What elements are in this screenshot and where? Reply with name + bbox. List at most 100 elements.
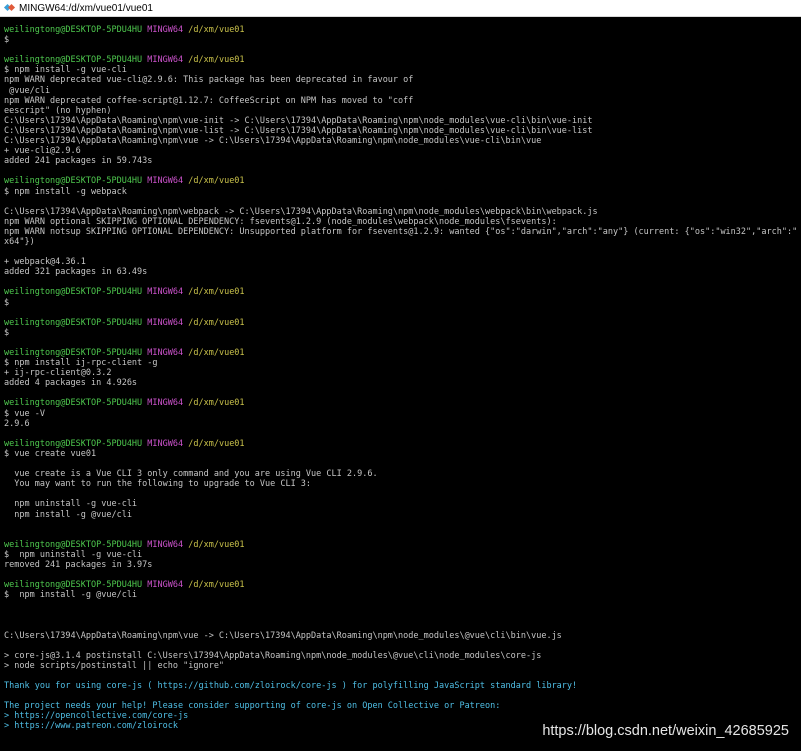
terminal-line: 2.9.6 xyxy=(4,419,801,429)
terminal-line: C:\Users\17394\AppData\Roaming\npm\vue -… xyxy=(4,136,801,146)
terminal-line: weilingtong@DESKTOP-5PDU4HU MINGW64 /d/x… xyxy=(4,439,801,449)
terminal-line: npm WARN deprecated vue-cli@2.9.6: This … xyxy=(4,75,801,85)
terminal-text: eescript" (no hyphen) xyxy=(4,105,112,116)
prompt-path: /d/xm/vue01 xyxy=(188,317,245,328)
terminal-text: + ij-rpc-client@0.3.2 xyxy=(4,368,112,379)
terminal-text: npm WARN notsup SKIPPING OPTIONAL DEPEND… xyxy=(4,226,798,237)
terminal-text: C:\Users\17394\AppData\Roaming\npm\webpa… xyxy=(4,206,598,217)
prompt-path: /d/xm/vue01 xyxy=(188,348,245,358)
prompt-host: MINGW64 xyxy=(147,287,184,298)
terminal-line: added 241 packages in 59.743s xyxy=(4,156,801,166)
terminal-line: $ xyxy=(4,35,801,45)
terminal-text: C:\Users\17394\AppData\Roaming\npm\vue-i… xyxy=(4,115,593,126)
terminal-text: You may want to run the following to upg… xyxy=(4,479,312,490)
terminal-text: x64"}) xyxy=(4,236,35,247)
prompt-user: weilingtong@DESKTOP-5PDU4HU xyxy=(4,317,143,328)
prompt-user: weilingtong@DESKTOP-5PDU4HU xyxy=(4,539,143,550)
prompt-user: weilingtong@DESKTOP-5PDU4HU xyxy=(4,398,143,409)
terminal-line: weilingtong@DESKTOP-5PDU4HU MINGW64 /d/x… xyxy=(4,25,801,35)
terminal-text: npm WARN optional SKIPPING OPTIONAL DEPE… xyxy=(4,216,557,227)
terminal-line: > https://opencollective.com/core-js xyxy=(4,711,801,721)
window-titlebar: MINGW64:/d/xm/vue01/vue01 xyxy=(0,0,801,17)
terminal-text: npm WARN deprecated vue-cli@2.9.6: This … xyxy=(4,75,414,86)
terminal-line: weilingtong@DESKTOP-5PDU4HU MINGW64 /d/x… xyxy=(4,318,801,328)
terminal-text: $ vue create vue01 xyxy=(4,448,97,459)
prompt-path: /d/xm/vue01 xyxy=(188,176,245,187)
terminal-line: $ xyxy=(4,298,801,308)
terminal-line: $ xyxy=(4,328,801,338)
terminal-text: $ vue -V xyxy=(4,408,45,419)
prompt-host: MINGW64 xyxy=(147,55,184,66)
prompt-host: MINGW64 xyxy=(147,539,184,550)
terminal-line: eescript" (no hyphen) xyxy=(4,106,801,116)
terminal-line: $ vue -V xyxy=(4,409,801,419)
prompt-host: MINGW64 xyxy=(147,348,184,358)
prompt-path: /d/xm/vue01 xyxy=(188,25,245,35)
terminal-text: npm WARN deprecated coffee-script@1.12.7… xyxy=(4,95,414,106)
prompt-path: /d/xm/vue01 xyxy=(188,398,245,409)
terminal-text: npm uninstall -g vue-cli xyxy=(4,499,138,510)
terminal-text: $ xyxy=(4,35,10,46)
terminal-line: C:\Users\17394\AppData\Roaming\npm\vue-i… xyxy=(4,116,801,126)
terminal-line: C:\Users\17394\AppData\Roaming\npm\vue-l… xyxy=(4,126,801,136)
window-title: MINGW64:/d/xm/vue01/vue01 xyxy=(19,2,153,14)
terminal-line: npm install -g @vue/cli xyxy=(4,510,801,520)
terminal-line: weilingtong@DESKTOP-5PDU4HU MINGW64 /d/x… xyxy=(4,55,801,65)
terminal-line: npm WARN notsup SKIPPING OPTIONAL DEPEND… xyxy=(4,227,801,237)
terminal-line: weilingtong@DESKTOP-5PDU4HU MINGW64 /d/x… xyxy=(4,348,801,358)
terminal-line: > node scripts/postinstall || echo "igno… xyxy=(4,661,801,671)
prompt-user: weilingtong@DESKTOP-5PDU4HU xyxy=(4,176,143,187)
terminal-line: $ npm install -g vue-cli xyxy=(4,65,801,75)
terminal-line: + ij-rpc-client@0.3.2 xyxy=(4,368,801,378)
terminal-line: $ npm install -g webpack xyxy=(4,187,801,197)
prompt-path: /d/xm/vue01 xyxy=(188,55,245,66)
terminal-line: $ npm uninstall -g vue-cli xyxy=(4,550,801,560)
terminal-line: weilingtong@DESKTOP-5PDU4HU MINGW64 /d/x… xyxy=(4,176,801,186)
terminal-text: $ npm install ij-rpc-client -g xyxy=(4,358,158,369)
prompt-user: weilingtong@DESKTOP-5PDU4HU xyxy=(4,580,143,591)
terminal-line: C:\Users\17394\AppData\Roaming\npm\webpa… xyxy=(4,207,801,217)
terminal-line: C:\Users\17394\AppData\Roaming\npm\vue -… xyxy=(4,631,801,641)
prompt-host: MINGW64 xyxy=(147,25,184,35)
terminal-text: + webpack@4.36.1 xyxy=(4,257,86,268)
terminal-text: The project needs your help! Please cons… xyxy=(4,701,501,712)
terminal-text: > https://opencollective.com/core-js xyxy=(4,711,189,722)
terminal-text: @vue/cli xyxy=(4,85,51,96)
prompt-user: weilingtong@DESKTOP-5PDU4HU xyxy=(4,438,143,449)
prompt-host: MINGW64 xyxy=(147,176,184,187)
prompt-path: /d/xm/vue01 xyxy=(188,539,245,550)
terminal-line: $ vue create vue01 xyxy=(4,449,801,459)
terminal-text: $ npm install -g vue-cli xyxy=(4,65,127,76)
prompt-host: MINGW64 xyxy=(147,398,184,409)
terminal-line: + vue-cli@2.9.6 xyxy=(4,146,801,156)
terminal-text: $ npm install -g @vue/cli xyxy=(4,590,138,601)
prompt-host: MINGW64 xyxy=(147,317,184,328)
terminal-line: removed 241 packages in 3.97s xyxy=(4,560,801,570)
terminal-text: $ npm install -g webpack xyxy=(4,186,127,197)
prompt-path: /d/xm/vue01 xyxy=(188,438,245,449)
terminal-text: added 4 packages in 4.926s xyxy=(4,378,138,389)
prompt-user: weilingtong@DESKTOP-5PDU4HU xyxy=(4,287,143,298)
terminal-text: > https://www.patreon.com/zloirock xyxy=(4,721,178,732)
mingw-diamond-icon xyxy=(3,3,16,13)
terminal-line: @vue/cli xyxy=(4,86,801,96)
terminal-output[interactable]: weilingtong@DESKTOP-5PDU4HU MINGW64 /d/x… xyxy=(0,17,801,751)
prompt-user: weilingtong@DESKTOP-5PDU4HU xyxy=(4,25,143,35)
terminal-line: Thank you for using core-js ( https://gi… xyxy=(4,681,801,691)
